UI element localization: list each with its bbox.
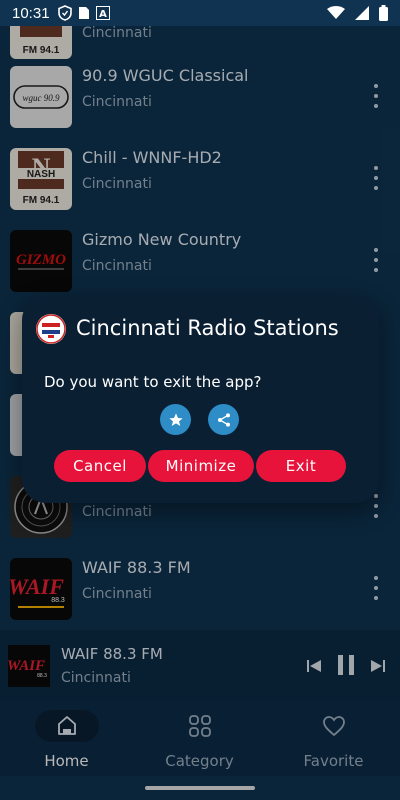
exit-button[interactable]: Exit: [256, 450, 346, 482]
exit-dialog: Cincinnati Radio Stations Do you want to…: [22, 296, 379, 503]
share-button[interactable]: [208, 404, 239, 435]
star-icon: [168, 412, 183, 426]
shield-icon: [57, 5, 72, 21]
sim-card-icon: [78, 7, 89, 19]
dialog-message: Do you want to exit the app?: [44, 373, 262, 391]
signal-icon: [355, 6, 369, 20]
dialog-title: Cincinnati Radio Stations: [76, 316, 339, 340]
cancel-button[interactable]: Cancel: [54, 450, 146, 482]
wifi-icon: [327, 6, 345, 19]
status-time: 10:31: [12, 4, 50, 22]
share-icon: [217, 412, 230, 427]
app-logo: [36, 314, 66, 344]
battery-icon: [379, 5, 388, 21]
a-icon: A: [95, 6, 110, 20]
status-bar: 10:31 A: [0, 0, 400, 26]
rate-button[interactable]: [160, 404, 191, 435]
minimize-button[interactable]: Minimize: [148, 450, 254, 482]
svg-text:A: A: [99, 9, 107, 20]
